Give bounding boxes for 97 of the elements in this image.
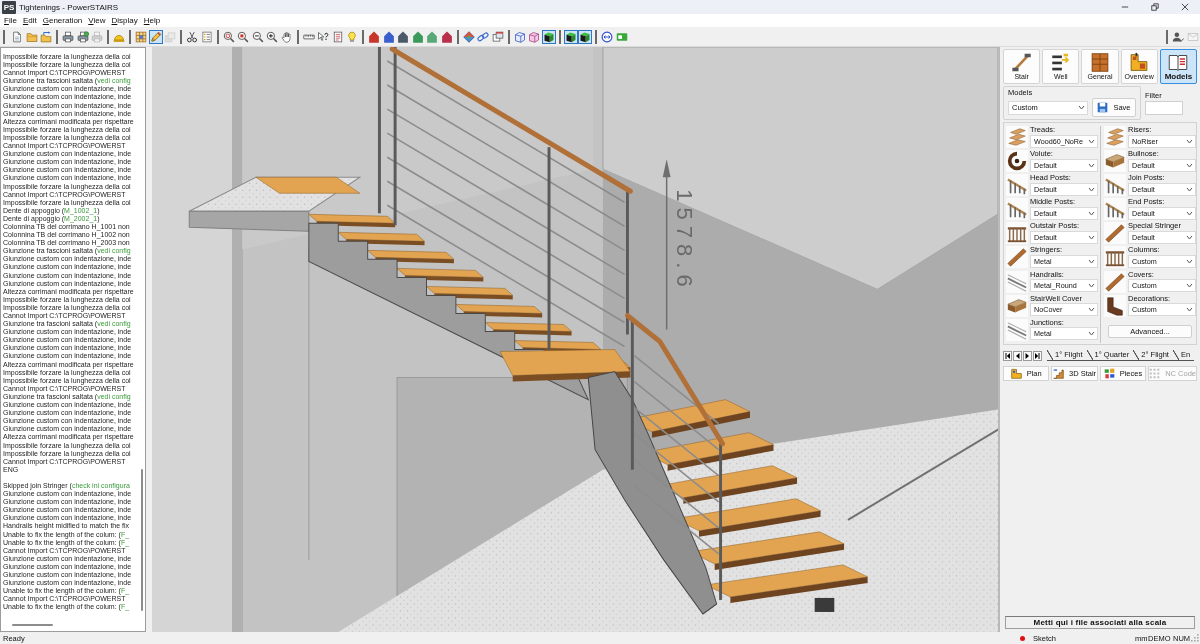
slab-icon: [1104, 150, 1126, 173]
house-icon[interactable]: [439, 29, 454, 44]
chain-icon[interactable]: [476, 29, 490, 44]
bracket-icon: [1104, 294, 1126, 317]
dimension-label: 1578.6: [672, 189, 698, 293]
caret-icon: [1088, 162, 1095, 168]
folder-arrow-icon[interactable]: [39, 29, 53, 44]
fence-icon: [1104, 246, 1126, 269]
caret-icon: [1186, 283, 1193, 289]
cabinet-icon: [1089, 52, 1111, 73]
printer-icon[interactable]: [61, 29, 75, 44]
menu-item[interactable]: Edit: [19, 15, 40, 26]
caret-icon: [1088, 258, 1095, 264]
caret-icon: [1186, 210, 1193, 216]
status-dot-icon: [1020, 635, 1025, 641]
scissors-icon[interactable]: [185, 29, 199, 44]
wooden-steps-icon: [1104, 126, 1126, 148]
previous-sheet-button[interactable]: [1013, 350, 1022, 361]
zoom-in-icon[interactable]: [265, 29, 279, 44]
posts-icon: [1104, 198, 1126, 221]
minimize-icon: [1121, 3, 1129, 11]
grid-icon[interactable]: [134, 29, 148, 44]
caret-icon: [1088, 210, 1095, 216]
last-sheet-button[interactable]: [1033, 350, 1042, 361]
skip-forward-icon: [1035, 352, 1040, 359]
posts-icon: [1104, 174, 1126, 197]
caret-icon: [1186, 258, 1193, 264]
stair-icon: [1010, 52, 1033, 73]
magnifier-icon[interactable]: [236, 29, 250, 44]
restore-icon: [1151, 3, 1159, 11]
checklist-icon[interactable]: [199, 29, 214, 44]
wooden-steps-icon: [1006, 126, 1028, 148]
filter-field[interactable]: [1145, 101, 1183, 115]
caret-icon: [1186, 162, 1193, 168]
house-icon[interactable]: [396, 29, 410, 44]
caret-icon: [1088, 283, 1095, 289]
scrollbar-thumb[interactable]: [141, 469, 143, 611]
dot-grid-icon: [1149, 367, 1161, 379]
app-logo: PS: [2, 0, 16, 14]
posts-icon: [1006, 174, 1028, 197]
menu-item[interactable]: Display: [108, 15, 141, 26]
caret-icon: [1186, 234, 1193, 240]
floor-plan-icon: [1128, 52, 1151, 73]
blocks-icon: [1103, 367, 1115, 379]
triangle-left-icon: [1015, 352, 1020, 359]
menu-item[interactable]: File: [1, 15, 20, 26]
next-sheet-button[interactable]: [1023, 350, 1032, 361]
first-sheet-button[interactable]: [1003, 350, 1012, 361]
menu-item[interactable]: Generation: [39, 15, 86, 26]
view-tab[interactable]: Models: [1159, 49, 1197, 84]
help-icon[interactable]: [316, 29, 330, 44]
caret-icon: [1088, 307, 1095, 313]
caret-icon: [1088, 138, 1095, 144]
cube-icon[interactable]: [541, 29, 556, 44]
printer-icon[interactable]: [75, 29, 90, 44]
window-title: Tightenings - PowerSTAIRS: [19, 2, 120, 12]
cube-icon[interactable]: [563, 29, 578, 44]
caret-icon: [1186, 186, 1193, 192]
wireframe-cube-icon[interactable]: [512, 29, 527, 44]
cube-icon[interactable]: [578, 29, 592, 44]
beam-icon: [1104, 222, 1126, 245]
resize-grip-icon[interactable]: [1191, 634, 1199, 642]
zoom-out-icon[interactable]: [250, 29, 265, 44]
caret-icon: [1088, 331, 1095, 337]
floor-plan-icon: [1010, 367, 1022, 379]
house-icon[interactable]: [367, 29, 381, 44]
pencil-icon[interactable]: [148, 29, 163, 44]
scrollbar-thumb[interactable]: [12, 624, 53, 626]
diamond-icon[interactable]: [461, 29, 476, 44]
hand-icon[interactable]: [279, 29, 294, 44]
document-icon[interactable]: [10, 29, 24, 44]
windows-icon[interactable]: [490, 29, 505, 44]
caret-icon: [1088, 186, 1095, 192]
posts-icon: [1006, 198, 1028, 221]
stairs-icon: [1053, 367, 1064, 379]
caret-icon: [1186, 307, 1193, 313]
book-icon: [1167, 52, 1190, 73]
magnifier-icon[interactable]: [221, 29, 236, 44]
caret-icon: [1186, 138, 1193, 144]
drop-zone[interactable]: Metti qui i file associati alla scala: [1005, 616, 1195, 629]
beam-icon: [1006, 246, 1028, 269]
arrows-icon[interactable]: [600, 29, 614, 44]
slab-icon: [1006, 294, 1028, 317]
skip-back-icon: [1005, 352, 1010, 359]
caret-icon: [1078, 105, 1085, 110]
caret-icon: [1088, 234, 1095, 240]
triangle-right-icon: [1025, 352, 1030, 359]
house-icon[interactable]: [410, 29, 425, 44]
fence-icon: [1006, 222, 1028, 245]
curl-icon: [1006, 150, 1028, 173]
house-icon[interactable]: [381, 29, 396, 44]
bars-arrow-icon: [1049, 52, 1072, 73]
menu-item[interactable]: View: [85, 15, 109, 26]
beam-icon: [1104, 270, 1126, 293]
lightbulb-icon[interactable]: [345, 29, 359, 44]
menu-item[interactable]: Help: [140, 15, 164, 26]
close-icon: [1181, 3, 1189, 11]
